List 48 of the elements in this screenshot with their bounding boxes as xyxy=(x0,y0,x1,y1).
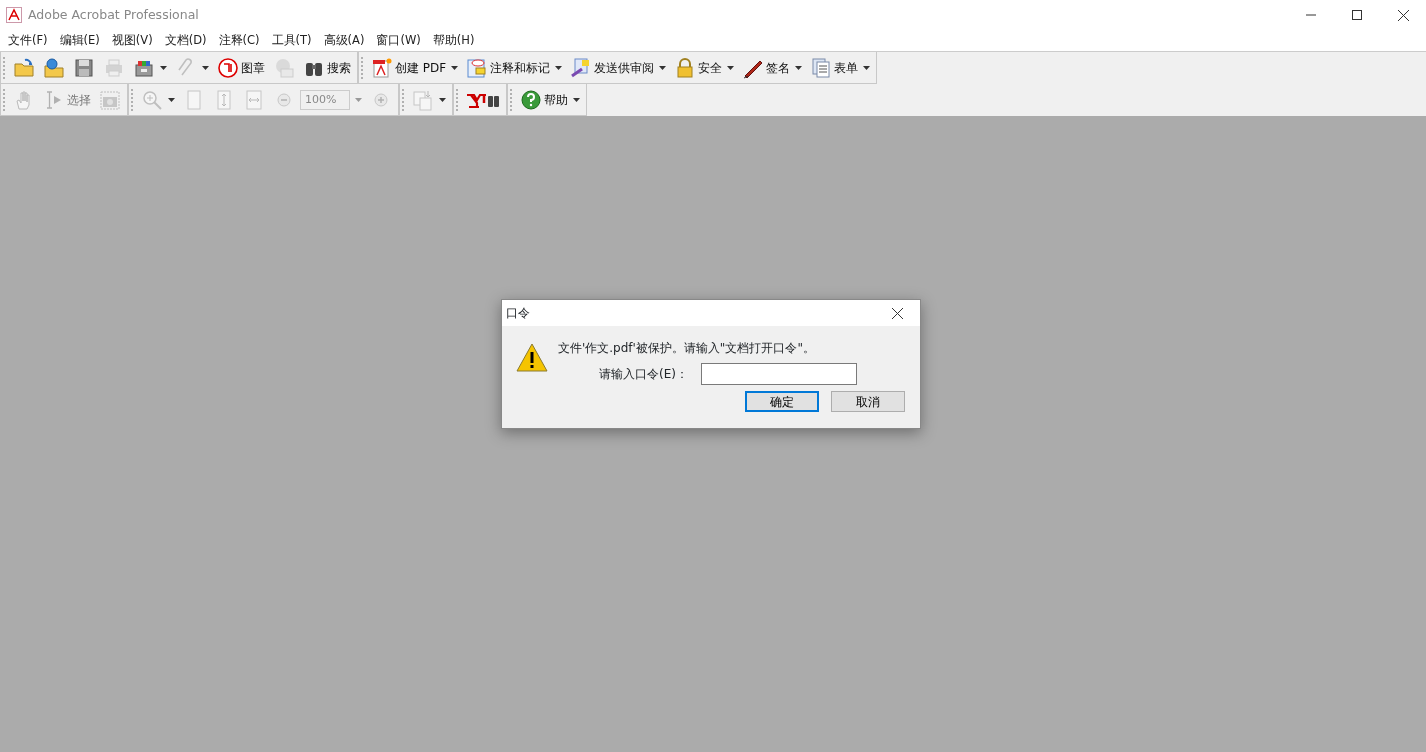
password-field[interactable] xyxy=(700,363,857,385)
toolbar-button[interactable]: 创建 PDF xyxy=(368,54,462,81)
caret-icon xyxy=(439,97,446,102)
window-title: Adobe Acrobat Professional xyxy=(28,5,200,24)
comment-bubble-icon xyxy=(466,56,489,79)
magnifier-icon xyxy=(141,88,163,111)
menu-item[interactable]: 文档(D) xyxy=(158,31,213,50)
menu-item[interactable]: 注释(C) xyxy=(212,31,266,50)
menu-item[interactable]: 文件(F) xyxy=(2,31,54,50)
form-pages-icon xyxy=(810,56,833,79)
menu-item[interactable]: 帮助(H) xyxy=(426,31,481,50)
caret-icon xyxy=(659,65,667,70)
toolbar-button[interactable]: 安全 xyxy=(671,54,738,81)
menu-item[interactable]: 窗口(W) xyxy=(370,31,427,50)
dialog-button[interactable]: 取消 xyxy=(831,391,905,412)
caret-icon xyxy=(863,65,871,70)
caret-icon xyxy=(168,97,175,102)
caret-icon xyxy=(573,97,580,102)
close-icon xyxy=(1397,9,1409,21)
password-label: 请输入口令(E)： xyxy=(599,366,688,383)
stamp-icon xyxy=(217,56,239,79)
question-mark-icon xyxy=(520,88,542,111)
menu-item[interactable]: 工具(T) xyxy=(265,31,318,50)
pdf-file-icon xyxy=(371,56,393,79)
warning-icon xyxy=(516,343,548,372)
pages-arrow-icon xyxy=(412,88,434,111)
toolbar-button[interactable]: 发送供审阅 xyxy=(567,54,670,81)
toolbar-button[interactable]: 搜索 xyxy=(300,54,354,81)
caret-icon xyxy=(355,97,362,102)
caret-icon xyxy=(160,65,167,70)
menu-item[interactable]: 高级(A) xyxy=(317,31,371,50)
toolbar-button[interactable]: 表单 xyxy=(807,54,874,81)
menu-item[interactable]: 编辑(E) xyxy=(53,31,106,50)
caret-icon xyxy=(727,65,735,70)
caret-icon xyxy=(202,65,209,70)
toolbar-button[interactable]: 注释和标记 xyxy=(463,54,566,81)
toolbar-button[interactable]: 图章 xyxy=(214,54,268,81)
menu-item[interactable]: 视图(V) xyxy=(105,31,159,50)
caret-icon xyxy=(451,65,459,70)
dialog-message: 文件'作文.pdf'被保护。请输入"文档打开口令"。 xyxy=(558,340,816,357)
dialog-button[interactable]: 确定 xyxy=(745,391,819,412)
maximize-icon xyxy=(1352,10,1362,20)
app-logo-icon xyxy=(6,7,22,23)
caret-icon xyxy=(795,65,803,70)
toolbar-button[interactable]: 签名 xyxy=(739,54,806,81)
close-icon xyxy=(891,307,903,319)
caret-icon xyxy=(555,65,563,70)
dialog-title: 口令 xyxy=(506,305,530,322)
